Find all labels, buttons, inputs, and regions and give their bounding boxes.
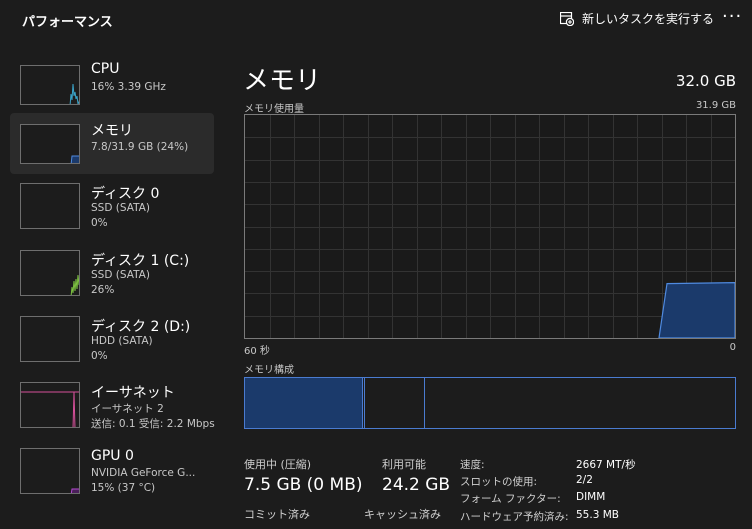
- form-factor-value: DIMM: [576, 491, 606, 503]
- sidebar: CPU 16% 3.39 GHz メモリ 7.8/31.9 GB (24%) デ…: [10, 54, 215, 524]
- cached-label: キャッシュ済み: [364, 508, 441, 521]
- sidebar-item-detail: 0%: [91, 350, 108, 362]
- sidebar-item-disk-2[interactable]: ディスク 2 (D:) HDD (SATA) 0%: [10, 309, 214, 371]
- sidebar-item-ethernet[interactable]: イーサネット イーサネット 2 送信: 0.1 受信: 2.2 Mbps: [10, 375, 215, 437]
- sidebar-item-detail: SSD (SATA): [91, 269, 150, 281]
- sidebar-item-detail: 送信: 0.1 受信: 2.2 Mbps: [91, 418, 215, 430]
- slots-label: スロットの使用:: [460, 476, 538, 488]
- cpu-thumbnail-graph: [20, 65, 80, 105]
- sidebar-item-detail: NVIDIA GeForce G...: [91, 467, 196, 479]
- sidebar-item-gpu[interactable]: GPU 0 NVIDIA GeForce G... 15% (37 °C): [10, 441, 214, 503]
- new-task-icon: [560, 11, 574, 26]
- in-use-value: 7.5 GB (0 MB): [244, 475, 363, 495]
- sidebar-item-cpu[interactable]: CPU 16% 3.39 GHz: [10, 54, 214, 116]
- memory-usage-graph: [244, 114, 736, 339]
- sidebar-item-name: ディスク 1 (C:): [91, 253, 190, 269]
- composition-in-use-segment: [245, 378, 363, 428]
- speed-value: 2667 MT/秒: [576, 459, 636, 471]
- disk-2-thumbnail-graph: [20, 316, 80, 362]
- more-options-button[interactable]: ···: [722, 6, 742, 27]
- sidebar-item-detail: HDD (SATA): [91, 335, 153, 347]
- disk-1-thumbnail-graph: [20, 250, 80, 296]
- disk-0-thumbnail-graph: [20, 183, 80, 229]
- composition-standby-segment: [365, 378, 425, 428]
- graph-max-label: 31.9 GB: [695, 100, 736, 111]
- graph-time-right: 0: [729, 342, 736, 353]
- sidebar-item-disk-1[interactable]: ディスク 1 (C:) SSD (SATA) 26%: [10, 243, 214, 305]
- ethernet-thumbnail-graph: [20, 382, 80, 428]
- sidebar-item-detail: イーサネット 2: [91, 403, 164, 415]
- hardware-reserved-label: ハードウェア予約済み:: [460, 511, 569, 523]
- sidebar-item-detail: SSD (SATA): [91, 202, 150, 214]
- sidebar-item-detail: 26%: [91, 284, 115, 296]
- memory-usage-area: [658, 281, 736, 339]
- in-use-label: 使用中 (圧縮): [244, 458, 312, 471]
- new-task-button[interactable]: 新しいタスクを実行する: [560, 10, 714, 27]
- memory-composition-bar: [244, 377, 736, 429]
- sidebar-item-disk-0[interactable]: ディスク 0 SSD (SATA) 0%: [10, 176, 214, 238]
- new-task-label: 新しいタスクを実行する: [582, 12, 715, 26]
- composition-free-segment: [425, 378, 735, 428]
- available-value: 24.2 GB: [382, 475, 451, 495]
- hardware-reserved-value: 55.3 MB: [576, 509, 619, 521]
- page-title: パフォーマンス: [22, 15, 113, 30]
- sidebar-item-name: メモリ: [91, 123, 133, 139]
- memory-usage-graph-svg: [245, 115, 736, 339]
- speed-label: 速度:: [460, 459, 485, 471]
- available-label: 利用可能: [382, 458, 426, 471]
- memory-thumbnail-graph: [20, 124, 80, 164]
- sidebar-item-name: ディスク 2 (D:): [91, 319, 191, 335]
- sidebar-item-detail: 16% 3.39 GHz: [91, 81, 166, 93]
- gpu-thumbnail-graph: [20, 448, 80, 494]
- resource-title: メモリ: [243, 66, 322, 96]
- form-factor-label: フォーム ファクター:: [460, 493, 561, 505]
- memory-total: 32.0 GB: [675, 72, 736, 90]
- committed-label: コミット済み: [244, 508, 310, 521]
- sidebar-item-name: イーサネット: [91, 385, 175, 401]
- graph-time-left: 60 秒: [244, 346, 270, 357]
- sidebar-item-detail: 7.8/31.9 GB (24%): [91, 141, 189, 153]
- sidebar-item-detail: 15% (37 °C): [91, 482, 156, 494]
- sidebar-item-memory[interactable]: メモリ 7.8/31.9 GB (24%): [10, 113, 214, 174]
- sidebar-item-name: ディスク 0: [91, 186, 160, 202]
- sidebar-item-name: GPU 0: [91, 448, 134, 464]
- header: パフォーマンス 新しいタスクを実行する ···: [0, 0, 752, 44]
- sidebar-item-name: CPU: [91, 61, 120, 77]
- graph-label: メモリ使用量: [244, 104, 304, 115]
- sidebar-item-detail: 0%: [91, 217, 108, 229]
- composition-label: メモリ構成: [244, 365, 294, 376]
- slots-value: 2/2: [576, 474, 593, 486]
